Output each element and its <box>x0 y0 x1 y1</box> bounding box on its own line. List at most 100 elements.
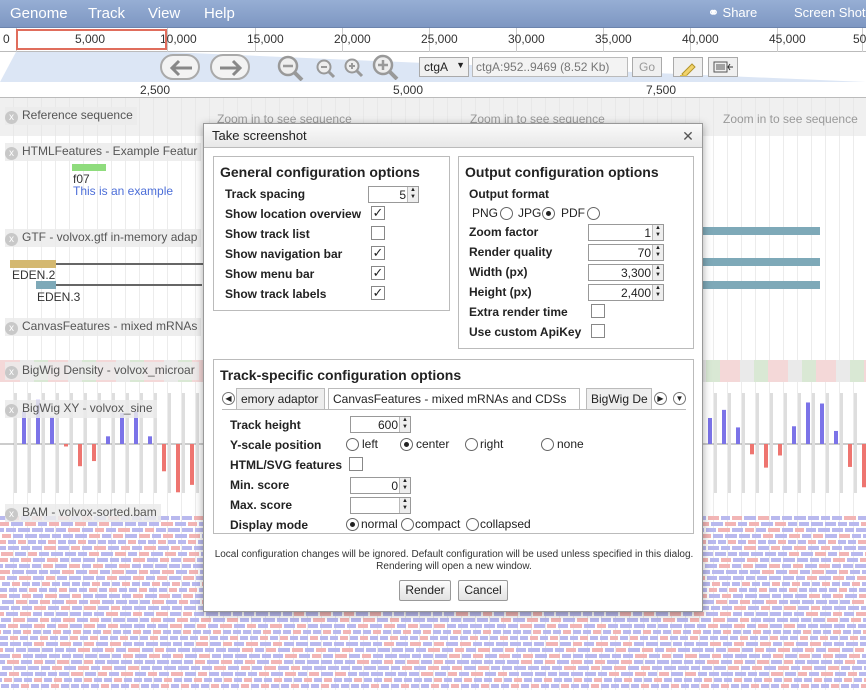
spinner-arrows-icon[interactable]: ▲ ▼ <box>399 498 410 513</box>
gtf-feature[interactable] <box>700 281 820 289</box>
bam-read <box>545 660 555 664</box>
yscale-left-radio[interactable] <box>346 438 359 451</box>
bam-read <box>477 618 488 622</box>
track-label-htmlfeatures[interactable]: x HTMLFeatures - Example Featur <box>5 143 202 161</box>
max-score-spinner[interactable]: ▲ ▼ <box>350 497 411 514</box>
zoom-in-icon[interactable] <box>344 58 366 78</box>
spinner-arrows-icon[interactable]: ▲ ▼ <box>652 265 663 280</box>
track-label-bam[interactable]: x BAM - volvox-sorted.bam <box>5 504 161 522</box>
highlight-button[interactable] <box>673 57 703 78</box>
menu-track[interactable]: Track <box>88 5 125 22</box>
menu-view[interactable]: View <box>148 5 180 22</box>
bam-read <box>832 564 841 568</box>
go-button[interactable]: Go <box>632 57 662 77</box>
close-icon[interactable]: ✕ <box>680 128 696 144</box>
gtf-feature[interactable] <box>10 260 56 268</box>
show-track-list-checkbox[interactable] <box>371 226 385 240</box>
spinner-arrows-icon[interactable]: ▲ ▼ <box>399 417 410 432</box>
format-pdf-radio[interactable] <box>587 207 600 220</box>
track-label-canvasfeatures[interactable]: x CanvasFeatures - mixed mRNAs <box>5 318 202 336</box>
show-hide-tracks-button[interactable] <box>708 57 738 77</box>
bam-read <box>58 540 66 544</box>
html-svg-checkbox[interactable] <box>349 457 363 471</box>
menu-genome[interactable]: Genome <box>10 5 68 22</box>
close-icon[interactable]: x <box>5 147 18 160</box>
min-score-spinner[interactable]: 0 ▲ ▼ <box>350 477 411 494</box>
cancel-button[interactable]: Cancel <box>458 580 508 601</box>
tab-scroll-left-icon[interactable]: ◀ <box>222 392 235 405</box>
gtf-feature[interactable] <box>700 227 820 235</box>
track-height-spinner[interactable]: 600 ▲ ▼ <box>350 416 411 433</box>
bam-read <box>142 648 153 652</box>
close-icon[interactable]: x <box>5 111 18 124</box>
yscale-right-radio[interactable] <box>465 438 478 451</box>
bam-read <box>110 636 118 640</box>
track-label-bigwig-density[interactable]: x BigWig Density - volvox_microar <box>5 362 199 380</box>
track-spacing-spinner[interactable]: 5 ▲ ▼ <box>368 186 419 203</box>
zoom-out-icon[interactable] <box>316 59 338 79</box>
zoom-factor-spinner[interactable]: 1 ▲ ▼ <box>588 224 664 241</box>
gtf-feature[interactable] <box>36 281 56 289</box>
yscale-none-radio[interactable] <box>541 438 554 451</box>
tab-scroll-right-icon[interactable]: ▶ <box>654 392 667 405</box>
close-icon[interactable]: x <box>5 508 18 521</box>
display-normal-radio[interactable] <box>346 518 359 531</box>
tab-canvasfeatures[interactable]: CanvasFeatures - mixed mRNAs and CDSs <box>328 388 580 410</box>
show-menu-bar-checkbox[interactable]: ✓ <box>371 266 385 280</box>
track-label-gtf[interactable]: x GTF - volvox.gtf in-memory adap <box>5 229 202 247</box>
close-icon[interactable]: x <box>5 233 18 246</box>
format-jpg-radio[interactable] <box>542 207 555 220</box>
overview-highlight[interactable] <box>16 29 167 50</box>
share-button[interactable]: ⚭ Share <box>708 5 757 21</box>
bam-read <box>128 648 140 652</box>
tab-menu-chevron-icon[interactable]: ▼ <box>673 392 686 405</box>
render-quality-spinner[interactable]: 70 ▲ ▼ <box>588 244 664 261</box>
zoom-in-large-icon[interactable] <box>372 54 400 80</box>
display-collapsed-radio[interactable] <box>466 518 479 531</box>
zoom-out-large-icon[interactable] <box>277 55 305 81</box>
bam-read <box>403 630 411 634</box>
format-png-radio[interactable] <box>500 207 513 220</box>
show-track-labels-checkbox[interactable]: ✓ <box>371 286 385 300</box>
bam-read <box>581 684 589 688</box>
tab-bigwig-density[interactable]: BigWig De <box>586 388 652 410</box>
spinner-arrows-icon[interactable]: ▲ ▼ <box>399 478 410 493</box>
bam-read <box>711 522 723 526</box>
pan-left-button[interactable] <box>160 54 200 80</box>
location-input[interactable]: ctgA:952..9469 (8.52 Kb) <box>472 57 628 77</box>
bam-read <box>643 630 651 634</box>
display-compact-radio[interactable] <box>401 518 414 531</box>
menu-help[interactable]: Help <box>204 5 235 22</box>
height-spinner[interactable]: 2,400 ▲ ▼ <box>588 284 664 301</box>
close-icon[interactable]: x <box>5 404 18 417</box>
tab-memory-adaptor[interactable]: emory adaptor <box>236 388 325 410</box>
pan-right-button[interactable] <box>210 54 250 80</box>
refseq-select[interactable]: ctgA ▼ <box>419 57 469 77</box>
spinner-arrows-icon[interactable]: ▲ ▼ <box>407 187 418 202</box>
extra-render-time-checkbox[interactable] <box>591 304 605 318</box>
location-overview[interactable]: 0 5,000 10,000 15,000 20,000 25,000 30,0… <box>0 28 866 52</box>
close-icon[interactable]: x <box>5 322 18 335</box>
bam-read <box>23 654 33 658</box>
spinner-arrows-icon[interactable]: ▲ ▼ <box>652 285 663 300</box>
screenshot-button[interactable]: Screen Shot <box>794 5 866 20</box>
width-spinner[interactable]: 3,300 ▲ ▼ <box>588 264 664 281</box>
bam-read <box>473 630 481 634</box>
spinner-arrows-icon[interactable]: ▲ ▼ <box>652 225 663 240</box>
custom-apikey-checkbox[interactable] <box>591 324 605 338</box>
show-location-overview-checkbox[interactable]: ✓ <box>371 206 385 220</box>
close-icon[interactable]: x <box>5 366 18 379</box>
bam-read <box>0 594 7 598</box>
track-label-bigwig-xy[interactable]: x BigWig XY - volvox_sine <box>5 400 157 418</box>
feature-f07[interactable] <box>72 164 106 171</box>
render-button[interactable]: Render <box>399 580 451 601</box>
bam-read <box>652 666 662 670</box>
bam-read <box>291 666 300 670</box>
show-navigation-bar-checkbox[interactable]: ✓ <box>371 246 385 260</box>
spinner-arrows-icon[interactable]: ▲ ▼ <box>652 245 663 260</box>
bam-read <box>458 624 468 628</box>
gtf-feature[interactable] <box>700 258 820 266</box>
bam-read <box>851 618 861 622</box>
track-label-reference[interactable]: x Reference sequence <box>5 107 137 125</box>
yscale-center-radio[interactable] <box>400 438 413 451</box>
